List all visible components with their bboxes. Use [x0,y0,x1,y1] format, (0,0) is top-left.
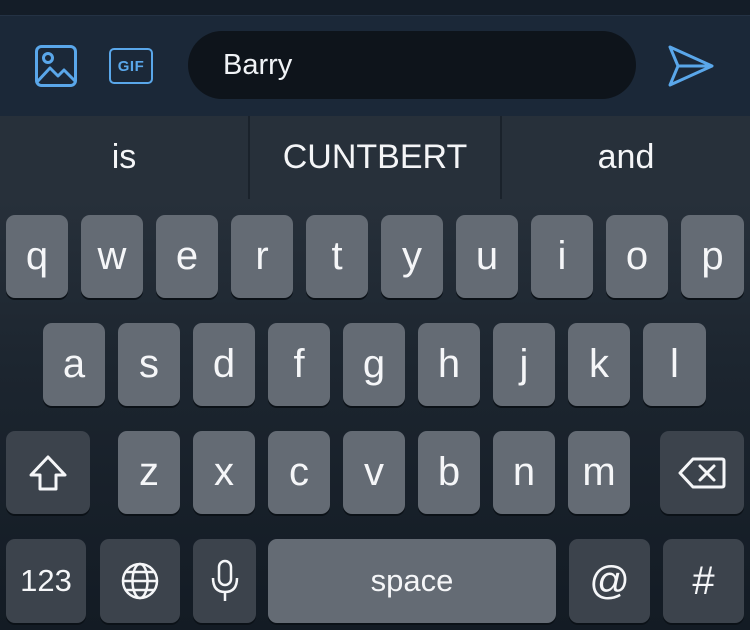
at-key[interactable]: @ [569,539,650,623]
key-y[interactable]: y [381,215,443,298]
delete-key[interactable] [660,431,744,514]
shift-key[interactable] [6,431,90,514]
key-c[interactable]: c [268,431,330,514]
top-edge [0,0,750,16]
key-h[interactable]: h [418,323,480,406]
space-key[interactable]: space [268,539,556,623]
delete-icon [678,457,726,488]
image-icon [35,45,77,87]
photo-button[interactable] [33,43,79,89]
hash-key[interactable]: # [663,539,744,623]
key-j[interactable]: j [493,323,555,406]
keyboard: q w e r t y u i o p a s d f g h j k l z … [0,199,750,630]
key-s[interactable]: s [118,323,180,406]
key-d[interactable]: d [193,323,255,406]
message-text: Barry [223,48,293,81]
key-b[interactable]: b [418,431,480,514]
key-u[interactable]: u [456,215,518,298]
suggestion-3[interactable]: and [502,116,750,199]
numbers-key[interactable]: 123 [6,539,86,623]
send-icon [668,45,714,87]
send-button[interactable] [664,40,718,92]
key-g[interactable]: g [343,323,405,406]
shift-icon [29,455,67,490]
key-x[interactable]: x [193,431,255,514]
suggestion-1[interactable]: is [0,116,248,199]
key-k[interactable]: k [568,323,630,406]
key-p[interactable]: p [681,215,744,298]
microphone-key[interactable] [193,539,256,623]
key-t[interactable]: t [306,215,368,298]
key-l[interactable]: l [643,323,706,406]
suggestion-2[interactable]: CUNTBERT [250,116,500,199]
key-v[interactable]: v [343,431,405,514]
key-z[interactable]: z [118,431,180,514]
microphone-icon [211,559,238,601]
globe-key[interactable] [100,539,180,623]
key-e[interactable]: e [156,215,218,298]
gif-label: GIF [109,48,153,84]
key-w[interactable]: w [81,215,143,298]
key-q[interactable]: q [6,215,68,298]
key-f[interactable]: f [268,323,330,406]
message-composer: GIF Barry [0,16,750,116]
key-m[interactable]: m [568,431,630,514]
key-i[interactable]: i [531,215,593,298]
key-a[interactable]: a [43,323,105,406]
globe-icon [121,562,159,600]
gif-button[interactable]: GIF [106,43,156,89]
key-o[interactable]: o [606,215,668,298]
message-input[interactable]: Barry [188,31,636,99]
key-r[interactable]: r [231,215,293,298]
key-n[interactable]: n [493,431,555,514]
predictive-bar: is CUNTBERT and [0,116,750,199]
